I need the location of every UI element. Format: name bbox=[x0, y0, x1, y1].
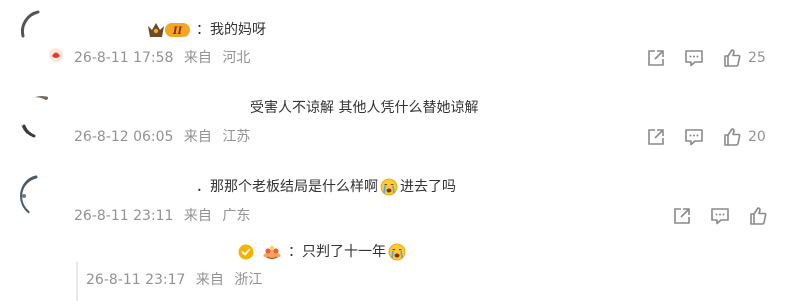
comment-icon bbox=[711, 208, 729, 225]
thumbs-up-icon bbox=[724, 49, 741, 67]
share-icon bbox=[648, 129, 664, 145]
thumbs-up-icon bbox=[750, 207, 767, 225]
comment-location: 江苏 bbox=[222, 129, 251, 145]
comment-content: 受害人不谅解 其他人凭什么替她谅解 bbox=[250, 98, 478, 118]
comment-body: 我的妈呀 bbox=[210, 22, 266, 38]
verified-badge-icon bbox=[238, 244, 254, 260]
comment-date: 26-8-11 23:11 bbox=[74, 208, 174, 224]
comment-location: 广东 bbox=[222, 208, 251, 224]
level-badge-icon bbox=[260, 243, 284, 261]
share-button[interactable] bbox=[672, 206, 692, 226]
comment-location: 河北 bbox=[222, 50, 251, 66]
comment-body-tail: 进去了吗 bbox=[400, 179, 456, 195]
share-icon bbox=[648, 50, 664, 66]
source-prefix: 来自 bbox=[183, 129, 212, 145]
comment-content: ． 那那个老板结局是什么样啊 进去了吗 bbox=[196, 177, 456, 197]
like-count: 20 bbox=[748, 129, 766, 145]
comment-actions: 25 bbox=[646, 46, 766, 70]
comment-meta: 26-8-11 23:11 来自 广东 bbox=[74, 206, 250, 226]
like-button[interactable]: 25 bbox=[722, 48, 766, 68]
comment-icon bbox=[685, 129, 703, 146]
reply-content: ： 只判了十一年 bbox=[238, 242, 408, 262]
avatar[interactable] bbox=[20, 96, 64, 140]
comment-content: II ： 我的妈呀 bbox=[146, 20, 266, 40]
reply-body: 只判了十一年 bbox=[302, 244, 386, 260]
crown-level-badge: II bbox=[146, 20, 192, 40]
comment-button[interactable] bbox=[710, 206, 730, 226]
svg-text:II: II bbox=[172, 26, 183, 37]
comment-body: 那那个老板结局是什么样啊 bbox=[210, 179, 378, 195]
comment-actions bbox=[672, 204, 768, 228]
reply-meta: 26-8-11 23:17 来自 浙江 bbox=[86, 270, 262, 290]
comment-meta: 26-8-11 17:58 来自 河北 bbox=[74, 48, 250, 68]
like-count: 25 bbox=[748, 50, 766, 66]
reply-date: 26-8-11 23:17 bbox=[86, 272, 186, 288]
comment-icon bbox=[685, 50, 703, 67]
like-button[interactable] bbox=[748, 206, 768, 226]
avatar[interactable] bbox=[20, 174, 64, 218]
thumbs-up-icon bbox=[724, 128, 741, 146]
user-level-icon bbox=[48, 47, 64, 67]
source-prefix: 来自 bbox=[195, 272, 224, 288]
reply-location: 浙江 bbox=[234, 272, 263, 288]
comment-thread: II ： 我的妈呀 26-8-11 17:58 来自 河北 25 受害人不谅解 … bbox=[0, 0, 787, 301]
like-button[interactable]: 20 bbox=[722, 127, 766, 147]
source-prefix: 来自 bbox=[183, 50, 212, 66]
source-prefix: 来自 bbox=[183, 208, 212, 224]
reply-thread-line bbox=[76, 262, 78, 301]
share-button[interactable] bbox=[646, 127, 666, 147]
crying-face-emoji bbox=[380, 178, 398, 196]
comment-separator: ： bbox=[196, 22, 210, 38]
comment-button[interactable] bbox=[684, 127, 704, 147]
comment-actions: 20 bbox=[646, 125, 766, 149]
share-icon bbox=[674, 208, 690, 224]
comment-date: 26-8-11 17:58 bbox=[74, 50, 174, 66]
comment-body: 受害人不谅解 其他人凭什么替她谅解 bbox=[250, 100, 479, 116]
comment-date: 26-8-12 06:05 bbox=[74, 129, 174, 145]
comment-meta: 26-8-12 06:05 来自 江苏 bbox=[74, 127, 250, 147]
reply-separator: ： bbox=[288, 244, 302, 260]
crying-face-emoji bbox=[388, 243, 406, 261]
share-button[interactable] bbox=[646, 48, 666, 68]
comment-separator: ． bbox=[196, 179, 210, 195]
comment-button[interactable] bbox=[684, 48, 704, 68]
